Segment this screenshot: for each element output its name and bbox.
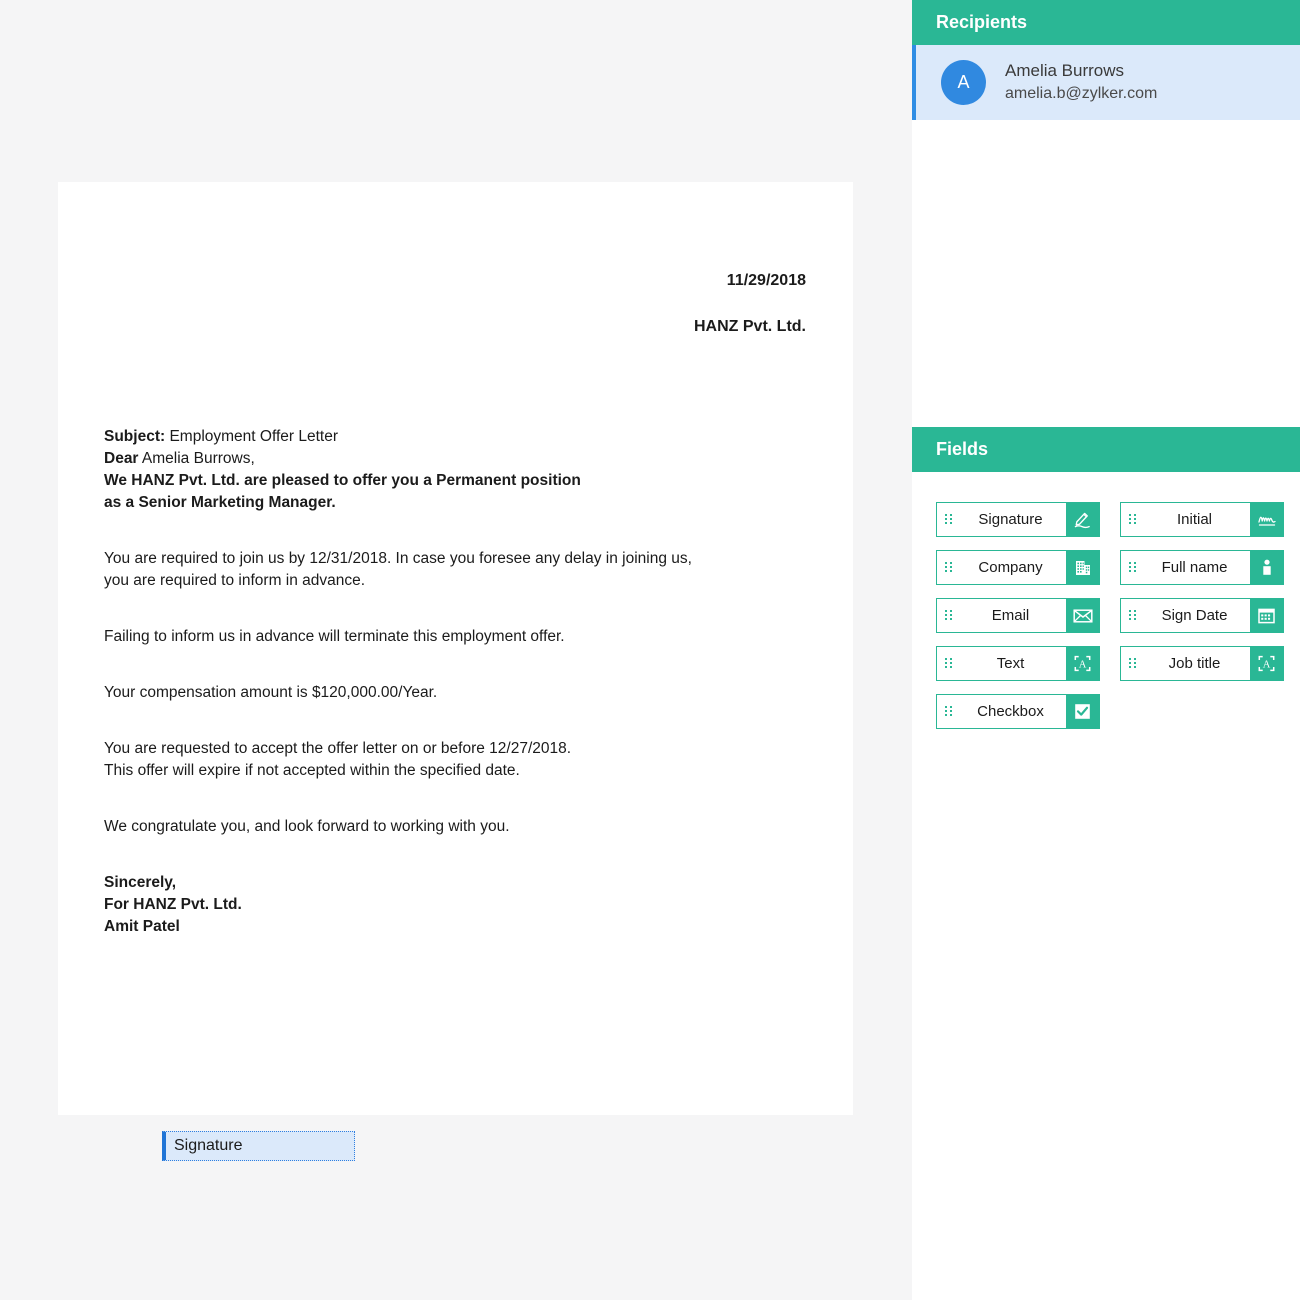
field-chip-label: Initial — [1176, 511, 1213, 528]
letter-para-4-line-1: You are requested to accept the offer le… — [104, 740, 572, 757]
fields-panel-header: Fields — [912, 427, 1300, 472]
svg-text:A: A — [1263, 660, 1271, 671]
subject-label: Subject: — [104, 428, 166, 445]
envelope-icon — [1066, 599, 1099, 632]
letter-para-3: Your compensation amount is $120,000.00/… — [104, 684, 438, 701]
document-viewer-area: Amelia Burrows - Offer.pdf 1/1 Back Send… — [0, 0, 912, 1300]
drag-handle-icon[interactable] — [1121, 647, 1143, 680]
letter-intro-line-1: We HANZ Pvt. Ltd. are pleased to offer y… — [104, 472, 581, 489]
text-box-icon: A — [1250, 647, 1283, 680]
recipient-details: Amelia Burrows amelia.b@zylker.com — [1005, 60, 1157, 105]
letter-para-5: We congratulate you, and look forward to… — [104, 818, 510, 835]
field-chip-initial[interactable]: Initial — [1120, 502, 1284, 537]
field-chip-label: Job title — [1168, 655, 1221, 672]
field-chip-label: Checkbox — [977, 703, 1044, 720]
field-chip-label: Full name — [1161, 559, 1228, 576]
document-signature-field-label: Signature — [174, 1137, 243, 1154]
field-chip-label: Sign Date — [1161, 607, 1228, 624]
avatar: A — [941, 60, 986, 105]
letter-para-1-line-1: You are required to join us by 12/31/201… — [104, 550, 692, 567]
recipient-list-item[interactable]: A Amelia Burrows amelia.b@zylker.com — [912, 45, 1300, 120]
field-chip-label: Company — [978, 559, 1043, 576]
letter-closing: Sincerely, — [104, 874, 177, 891]
letter-salutation-line: Dear Amelia Burrows, — [104, 448, 819, 470]
subject-value: Employment Offer Letter — [165, 428, 339, 445]
letter-para-2: Failing to inform us in advance will ter… — [104, 628, 565, 645]
field-chip-text[interactable]: Text A — [936, 646, 1100, 681]
salutation-value: Amelia Burrows, — [138, 450, 255, 467]
checkbox-icon — [1066, 695, 1099, 728]
letter-page: 11/29/2018 HANZ Pvt. Ltd. Subject: Emplo… — [58, 182, 853, 1161]
recipient-name: Amelia Burrows — [1005, 61, 1125, 81]
field-chip-label: Email — [991, 607, 1030, 624]
field-chip-sign-date[interactable]: Sign Date — [1120, 598, 1284, 633]
letter-closing-company: For HANZ Pvt. Ltd. — [104, 896, 242, 913]
letter-para-1-line-2: you are required to inform in advance. — [104, 572, 366, 589]
drag-handle-icon[interactable] — [937, 695, 959, 728]
building-icon — [1066, 551, 1099, 584]
field-chip-company[interactable]: Company — [936, 550, 1100, 585]
letter-company: HANZ Pvt. Ltd. — [694, 318, 806, 335]
svg-text:A: A — [1079, 660, 1087, 671]
salutation-label: Dear — [104, 450, 139, 467]
field-chip-label: Signature — [978, 511, 1043, 528]
document-toolbar: Amelia Burrows - Offer.pdf 1/1 Back Send — [0, 100, 912, 248]
initial-scribble-icon — [1250, 503, 1283, 536]
letter-intro-line-2: as a Senior Marketing Manager. — [104, 494, 336, 511]
signature-pen-icon — [1066, 503, 1099, 536]
drag-handle-icon[interactable] — [1121, 551, 1143, 584]
letter-para-4-line-2: This offer will expire if not accepted w… — [104, 762, 520, 779]
drag-handle-icon[interactable] — [937, 503, 959, 536]
drag-handle-icon[interactable] — [937, 551, 959, 584]
field-chip-signature[interactable]: Signature — [936, 502, 1100, 537]
drag-handle-icon[interactable] — [937, 647, 959, 680]
drag-handle-icon[interactable] — [1121, 503, 1143, 536]
field-chip-full-name[interactable]: Full name — [1120, 550, 1284, 585]
recipient-email: amelia.b@zylker.com — [1005, 85, 1158, 103]
letter-subject-line: Subject: Employment Offer Letter — [104, 426, 819, 448]
drag-handle-icon[interactable] — [937, 599, 959, 632]
fields-grid: Signature Initial Company Full name Emai… — [936, 502, 1284, 729]
person-icon — [1250, 551, 1283, 584]
calendar-icon — [1250, 599, 1283, 632]
field-chip-job-title[interactable]: Job title A — [1120, 646, 1284, 681]
field-chip-label: Text — [996, 655, 1025, 672]
letter-closing-name: Amit Patel — [104, 918, 180, 935]
document-signature-field[interactable]: Signature — [162, 1131, 355, 1161]
text-box-icon: A — [1066, 647, 1099, 680]
field-chip-checkbox[interactable]: Checkbox — [936, 694, 1100, 729]
recipients-panel-header: Recipients — [912, 0, 1300, 45]
letter-date: 11/29/2018 — [726, 272, 806, 289]
field-chip-email[interactable]: Email — [936, 598, 1100, 633]
drag-handle-icon[interactable] — [1121, 599, 1143, 632]
letter-body: Subject: Employment Offer Letter Dear Am… — [104, 426, 819, 938]
